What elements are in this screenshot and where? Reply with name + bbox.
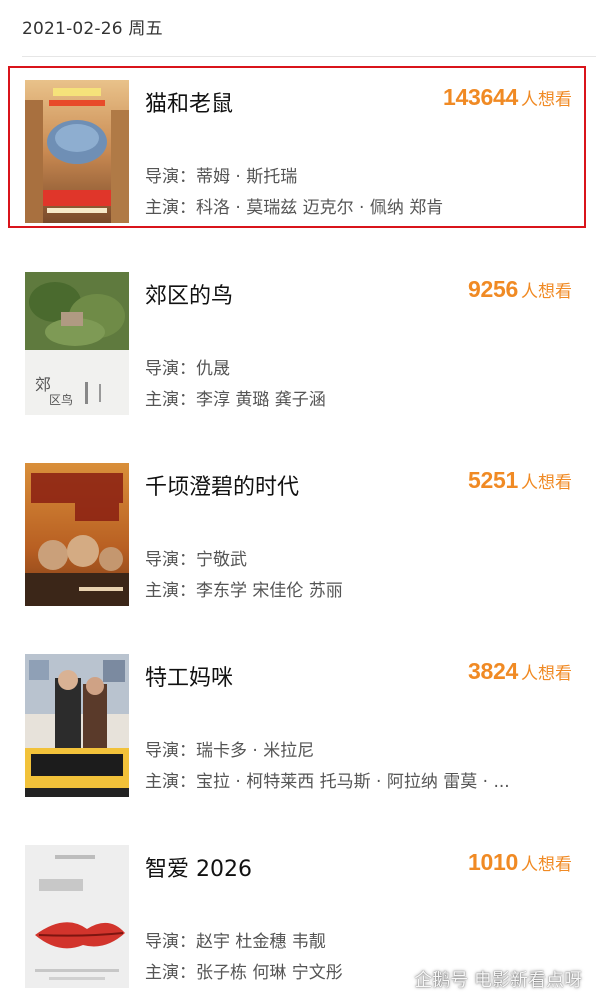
want-to-see: 1010 人想看 (468, 849, 572, 876)
movie-title[interactable]: 千顷澄碧的时代 (145, 469, 299, 501)
want-to-see: 9256 人想看 (468, 276, 572, 303)
movie-item-suburban-birds[interactable]: 郊 区鸟 郊区的鸟 9256 人想看 导演：仇晟 主演：李淳 黄璐 龚子涵 (0, 272, 596, 422)
movie-poster[interactable] (25, 463, 129, 606)
svg-text:区鸟: 区鸟 (49, 392, 73, 407)
want-count: 5251 (468, 467, 518, 493)
penguin-logo-icon (389, 976, 410, 986)
movie-poster[interactable] (25, 845, 129, 988)
watermark-text: 企鹅号 电影新看点呀 (414, 970, 582, 991)
want-suffix: 人想看 (521, 664, 572, 684)
movie-director: 导演：瑞卡多 · 米拉尼 (145, 741, 315, 761)
movie-director: 导演：宁敬武 (145, 550, 247, 570)
movie-title[interactable]: 智爱 2026 (145, 851, 252, 883)
movie-cast: 主演：宝拉 · 柯特莱西 托马斯 · 阿拉纳 雷莫 · ... (145, 772, 510, 792)
want-to-see: 5251 人想看 (468, 467, 572, 494)
want-suffix: 人想看 (521, 855, 572, 875)
movie-director: 导演：赵宇 杜金穗 韦靓 (145, 932, 326, 952)
movie-director: 导演：仇晟 (145, 359, 230, 379)
movie-cast: 主演：李淳 黄璐 龚子涵 (145, 390, 326, 410)
movie-item-qianqing[interactable]: 千顷澄碧的时代 5251 人想看 导演：宁敬武 主演：李东学 宋佳伦 苏丽 (0, 463, 596, 613)
watermark: 企鹅号 电影新看点呀 (388, 966, 582, 992)
svg-text:郊: 郊 (35, 375, 51, 394)
want-count: 3824 (468, 658, 518, 684)
movie-title[interactable]: 郊区的鸟 (145, 278, 233, 310)
movie-item-agent-mommy[interactable]: 特工妈咪 3824 人想看 导演：瑞卡多 · 米拉尼 主演：宝拉 · 柯特莱西 托… (0, 654, 596, 804)
movie-poster[interactable] (25, 654, 129, 797)
highlight-box (8, 66, 586, 228)
want-suffix: 人想看 (521, 473, 572, 493)
want-suffix: 人想看 (521, 282, 572, 302)
want-to-see: 3824 人想看 (468, 658, 572, 685)
movie-cast: 主演：李东学 宋佳伦 苏丽 (145, 581, 343, 601)
movie-poster[interactable]: 郊 区鸟 (25, 272, 129, 415)
want-count: 9256 (468, 276, 518, 302)
movie-title[interactable]: 特工妈咪 (145, 660, 233, 692)
want-count: 1010 (468, 849, 518, 875)
